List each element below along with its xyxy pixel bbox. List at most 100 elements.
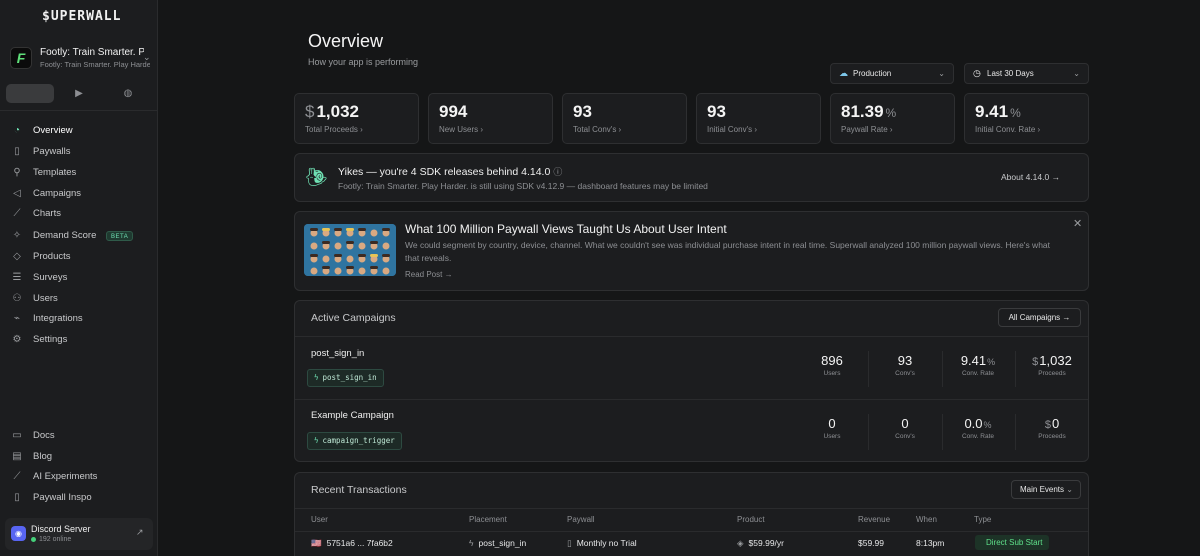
close-icon[interactable]: ✕ [1073,217,1082,230]
ai-icon: ⟋ [13,471,21,482]
sidebar-item-charts[interactable]: ⟋ Charts [8,205,150,223]
phone-icon: ▯ [14,492,20,503]
sidebar-item-label: Paywalls [33,146,71,157]
placement-name: post_sign_in [478,538,527,548]
stat-initial-convs[interactable]: 93 Initial Conv's › [696,93,821,144]
sidebar-item-users[interactable]: ⚇ Users [8,290,150,308]
campaign-rate-metric: 0.0% Conv. Rate [943,416,1013,440]
proceeds-number: 0 [1051,416,1060,431]
stat-number: 1,032 [316,102,360,121]
sidebar-item-campaigns[interactable]: ◁ Campaigns [8,185,150,203]
campaign-proceeds-metric: $1,032 Proceeds [1017,353,1087,377]
globe-icon: ◍ [123,88,133,99]
chevron-updown-icon: ⌄ [143,52,151,62]
sidebar-item-docs[interactable]: ▭ Docs [8,427,150,445]
transaction-type-badge: Direct Sub Start [975,535,1050,550]
active-campaigns-card: Active Campaigns All Campaigns → post_si… [294,300,1089,462]
platform-android-tab[interactable]: ▶ [55,84,103,103]
sidebar-item-label: Users [33,293,58,304]
divider [295,399,1088,400]
campaign-name: Example Campaign [311,410,394,421]
date-range-select[interactable]: ◷ Last 30 Days ⌄ [964,63,1089,84]
discord-name: Discord Server [31,524,91,534]
stat-label: Total Proceeds › [305,125,363,134]
metric-label: Conv. Rate [961,370,995,377]
platform-ios-tab[interactable] [6,84,54,103]
chevron-down-icon: ⌄ [1073,69,1080,78]
trigger-name: campaign_trigger [322,436,395,445]
environment-select[interactable]: ☁ Production ⌄ [830,63,954,84]
recent-transactions-card: Recent Transactions Main Events ⌄ User Pl… [294,472,1089,556]
campaign-rate-metric: 9.41% Conv. Rate [943,353,1013,377]
list-icon: ☰ [12,272,22,283]
currency-symbol: $ [305,102,315,121]
plug-icon: ⌁ [13,313,21,324]
stat-value: 93 [707,102,726,121]
blog-post-card: What 100 Million Paywall Views Taught Us… [294,211,1089,291]
platform-web-tab[interactable]: ◍ [104,84,152,103]
user-id: 5751a6 ... 7fa6b2 [326,538,393,548]
sidebar-item-blog[interactable]: ▤ Blog [8,448,150,466]
divider [295,508,1088,509]
newspaper-icon: ▤ [12,451,22,462]
percent-symbol: % [885,106,897,120]
stat-new-users[interactable]: 994 New Users › [428,93,553,144]
stat-paywall-rate[interactable]: 81.39% Paywall Rate › [830,93,955,144]
blog-post-title[interactable]: What 100 Million Paywall Views Taught Us… [405,222,727,236]
sidebar-item-integrations[interactable]: ⌁ Integrations [8,310,150,328]
discord-server-link[interactable]: ◉ Discord Server 192 online ↗ [5,518,153,550]
event-filter-select[interactable]: Main Events ⌄ [1011,480,1081,499]
product-name: $59.99/yr [748,538,784,548]
sidebar-item-label: AI Experiments [33,471,98,482]
sidebar-item-settings[interactable]: ⚙ Settings [8,331,150,349]
sidebar-item-label: Settings [33,334,68,345]
stat-value: $1,032 [305,102,359,122]
stat-value: 93 [573,102,592,121]
sidebar-item-paywalls[interactable]: ▯ Paywalls [8,143,150,161]
sidebar: $UPERWALL F Footly: Train Smarter. P... … [0,0,158,556]
campaign-users-metric: 0 Users [797,416,867,440]
snail-icon: 🐌︎ [305,167,328,187]
phone-icon: ▯ [567,538,572,548]
page-title: Overview [308,31,384,51]
metric-label: Conv's [895,370,915,377]
sidebar-item-demand-score[interactable]: ✧ Demand Score BETA [8,227,150,245]
blog-post-thumbnail [304,224,396,276]
info-icon: ⓘ [553,167,563,177]
chevron-down-icon: ⌄ [938,69,945,78]
sidebar-item-overview[interactable]: ◔ Overview [8,122,150,140]
transaction-type: Direct Sub Start [986,538,1043,547]
event-filter-value: Main Events [1020,485,1065,494]
proceeds-number: 1,032 [1039,353,1072,368]
bolt-icon: ϟ [314,373,319,382]
environment-value: Production [853,69,892,78]
bolt-icon: ϟ [314,436,319,445]
all-campaigns-button[interactable]: All Campaigns → [998,308,1081,327]
metric-label: Users [823,433,841,440]
metric-value: 0 [828,416,836,431]
sidebar-item-paywall-inspo[interactable]: ▯ Paywall Inspo [8,489,150,507]
campaign-trigger-chip[interactable]: ϟ campaign_trigger [307,432,402,450]
about-sdk-link[interactable]: About 4.14.0 → [1001,172,1060,182]
paywall-name: Monthly no Trial [576,538,637,548]
tag-icon: ◈ [737,538,744,548]
campaign-proceeds-metric: $0 Proceeds [1017,416,1087,440]
sidebar-item-label: Demand Score [33,230,97,241]
sidebar-item-templates[interactable]: ⚲ Templates [8,164,150,182]
metric-value: 896 [821,353,843,368]
sidebar-item-ai-experiments[interactable]: ⟋ AI Experiments [8,468,150,486]
app-switcher[interactable]: F Footly: Train Smarter. P... Footly: Tr… [6,41,154,76]
stat-total-proceeds[interactable]: $1,032 Total Proceeds › [294,93,419,144]
column-header-when: When [916,515,937,524]
stat-initial-conv-rate[interactable]: 9.41% Initial Conv. Rate › [964,93,1089,144]
sidebar-item-products[interactable]: ◇ Products [8,248,150,266]
clock-icon: ◷ [973,68,981,78]
column-header-type: Type [974,515,992,524]
stat-total-convs[interactable]: 93 Total Conv's › [562,93,687,144]
read-post-link[interactable]: Read Post → [405,270,453,279]
sidebar-item-surveys[interactable]: ☰ Surveys [8,269,150,287]
superwall-logo: $UPERWALL [42,9,122,24]
discord-online-count: 192 online [39,536,72,543]
campaign-trigger-chip[interactable]: ϟ post_sign_in [307,369,384,387]
column-header-user: User [311,515,328,524]
